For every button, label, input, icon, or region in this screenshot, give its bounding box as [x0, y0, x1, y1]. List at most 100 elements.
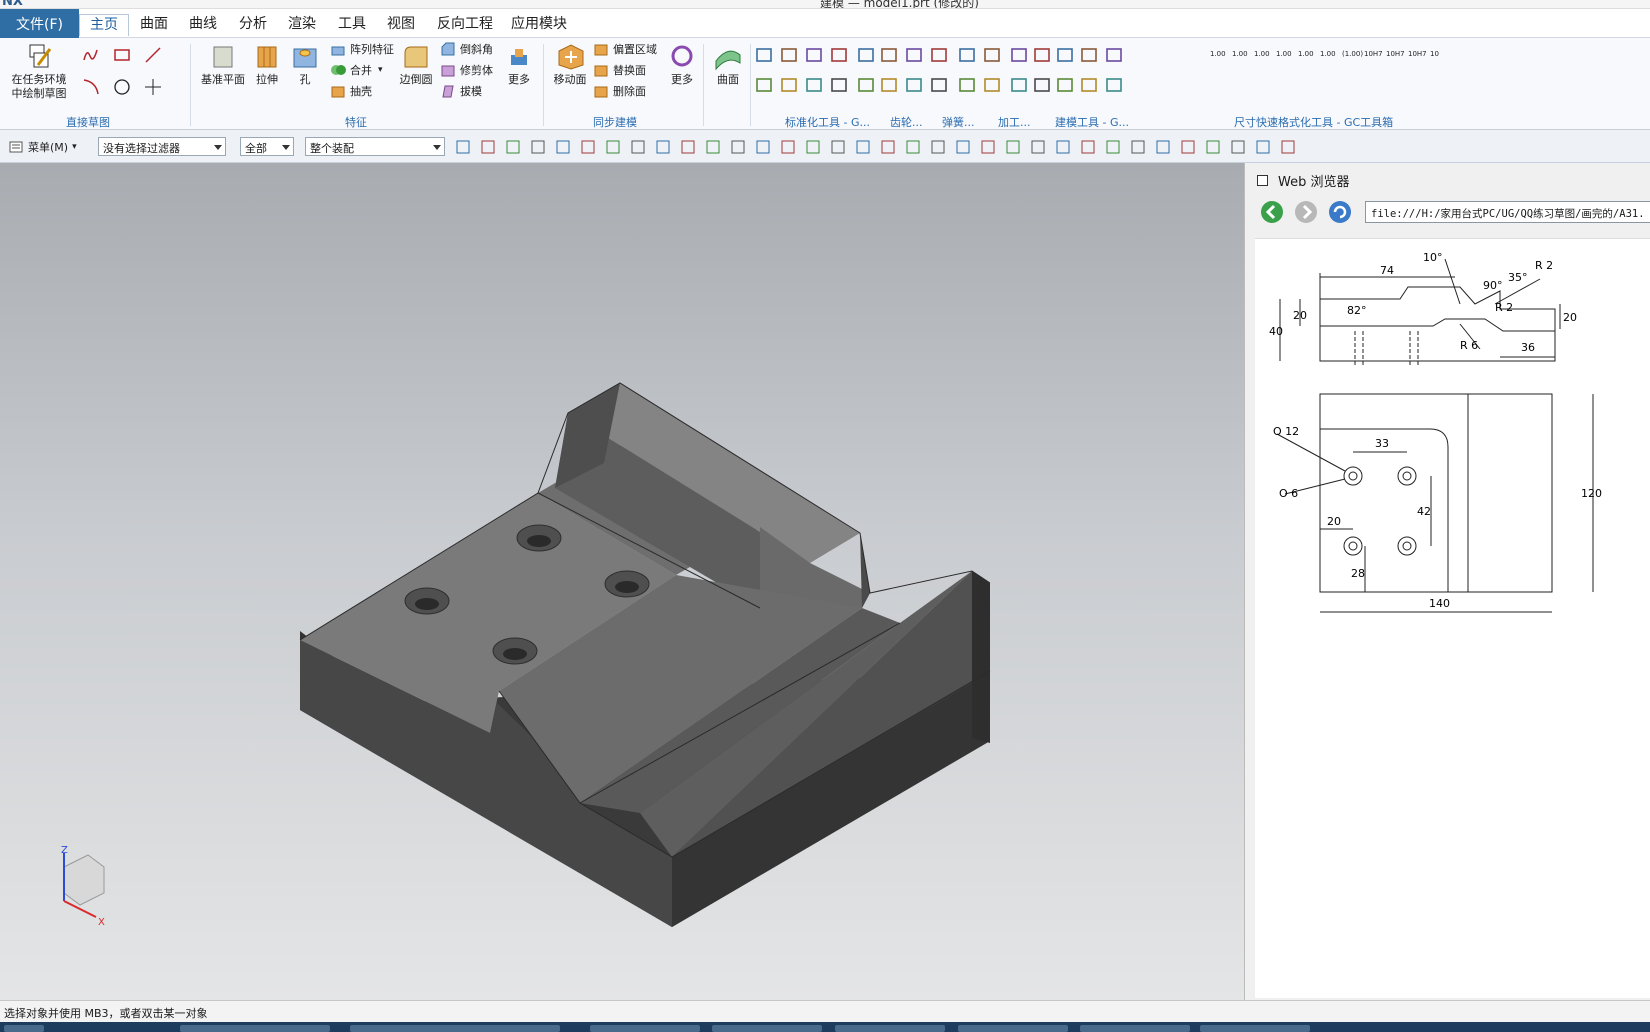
shell-button[interactable]: 抽壳 [330, 83, 372, 99]
snap-tool-icon[interactable] [1005, 139, 1021, 155]
tab-render[interactable]: 渲染 [288, 14, 316, 36]
snap-tool-icon[interactable] [480, 139, 496, 155]
snap-tool-icon[interactable] [780, 139, 796, 155]
tool-icon[interactable] [958, 46, 976, 64]
forward-icon[interactable] [1293, 199, 1319, 225]
taskbar-item[interactable] [958, 1025, 1068, 1032]
dim-format-button[interactable]: 1.00 [1320, 50, 1336, 58]
snap-tool-icon[interactable] [680, 139, 696, 155]
dim-format-button[interactable]: 1.00 [1254, 50, 1270, 58]
tool-icon[interactable] [1105, 76, 1123, 94]
snap-tool-icon[interactable] [980, 139, 996, 155]
type-filter-select[interactable]: 没有选择过滤器 [98, 137, 226, 156]
tool-icon[interactable] [930, 46, 948, 64]
tool-icon[interactable] [1080, 46, 1098, 64]
panel-checkbox[interactable] [1257, 175, 1268, 186]
snap-tool-icon[interactable] [1155, 139, 1171, 155]
hole-feature[interactable] [516, 524, 562, 552]
dim-format-button[interactable]: (1.00) [1342, 50, 1363, 58]
part-model[interactable]: Z X [0, 163, 1244, 1000]
tool-icon[interactable] [780, 76, 798, 94]
tool-icon[interactable] [857, 76, 875, 94]
tool-icon[interactable] [805, 46, 823, 64]
tool-icon[interactable] [983, 76, 1001, 94]
hole-feature[interactable] [404, 587, 450, 615]
graphics-window[interactable]: Z X [0, 163, 1244, 1000]
tab-curve[interactable]: 曲线 [189, 14, 217, 36]
delete-face-button[interactable]: 删除面 [593, 83, 646, 99]
snap-tool-icon[interactable] [530, 139, 546, 155]
snap-tool-icon[interactable] [955, 139, 971, 155]
hole-feature[interactable] [604, 570, 650, 598]
tool-icon[interactable] [983, 46, 1001, 64]
tool-icon[interactable] [1033, 76, 1051, 94]
snap-tool-icon[interactable] [580, 139, 596, 155]
tool-icon[interactable] [857, 46, 875, 64]
circle-icon[interactable] [113, 78, 131, 96]
tool-icon[interactable] [780, 46, 798, 64]
pattern-feature-button[interactable]: 阵列特征 [330, 41, 394, 57]
dim-format-button[interactable]: 1.00 [1298, 50, 1314, 58]
refresh-icon[interactable] [1327, 199, 1353, 225]
tool-icon[interactable] [1010, 46, 1028, 64]
snap-tool-icon[interactable] [1280, 139, 1296, 155]
scope-select[interactable]: 全部 [240, 137, 294, 156]
taskbar-item[interactable] [350, 1025, 560, 1032]
snap-tool-icon[interactable] [455, 139, 471, 155]
tab-home[interactable]: 主页 [79, 14, 129, 36]
tab-surface[interactable]: 曲面 [140, 14, 168, 36]
tab-tools[interactable]: 工具 [338, 14, 366, 36]
tool-icon[interactable] [1056, 76, 1074, 94]
offset-region-button[interactable]: 偏置区域 [593, 41, 657, 57]
move-face-button[interactable]: 移动面 [550, 41, 590, 87]
tab-view[interactable]: 视图 [387, 14, 415, 36]
unite-button[interactable]: 合并 ▾ [330, 62, 383, 78]
extrude-button[interactable]: 拉伸 [250, 41, 284, 87]
tool-icon[interactable] [880, 46, 898, 64]
snap-tool-icon[interactable] [605, 139, 621, 155]
chamfer-button[interactable]: 倒斜角 [440, 41, 493, 57]
tab-applications[interactable]: 应用模块 [511, 14, 567, 36]
snap-tool-icon[interactable] [655, 139, 671, 155]
snap-tool-icon[interactable] [1055, 139, 1071, 155]
taskbar-item[interactable] [835, 1025, 945, 1032]
snap-tool-icon[interactable] [1205, 139, 1221, 155]
snap-tool-icon[interactable] [1180, 139, 1196, 155]
tool-icon[interactable] [755, 46, 773, 64]
snap-tool-icon[interactable] [555, 139, 571, 155]
taskbar-item[interactable] [1200, 1025, 1310, 1032]
snap-tool-icon[interactable] [1105, 139, 1121, 155]
sync-more-button[interactable]: 更多 [665, 41, 699, 87]
snap-tool-icon[interactable] [1030, 139, 1046, 155]
trim-body-button[interactable]: 修剪体 [440, 62, 493, 78]
tool-icon[interactable] [805, 76, 823, 94]
taskbar-item[interactable] [180, 1025, 330, 1032]
tool-icon[interactable] [958, 76, 976, 94]
replace-face-button[interactable]: 替换面 [593, 62, 646, 78]
snap-tool-icon[interactable] [630, 139, 646, 155]
snap-tool-icon[interactable] [905, 139, 921, 155]
snap-tool-icon[interactable] [705, 139, 721, 155]
back-icon[interactable] [1259, 199, 1285, 225]
snap-tool-icon[interactable] [1255, 139, 1271, 155]
tool-icon[interactable] [905, 76, 923, 94]
tool-icon[interactable] [830, 46, 848, 64]
snap-tool-icon[interactable] [505, 139, 521, 155]
snap-tool-icon[interactable] [880, 139, 896, 155]
assembly-scope-select[interactable]: 整个装配 [305, 137, 445, 156]
datum-plane-button[interactable]: 基准平面 [200, 41, 246, 87]
hole-feature[interactable] [492, 637, 538, 665]
snap-tool-icon[interactable] [730, 139, 746, 155]
draft-button[interactable]: 拔模 [440, 83, 482, 99]
arc-icon[interactable] [82, 78, 100, 96]
dim-format-button[interactable]: 10H7 [1364, 50, 1383, 58]
sketch-in-task-button[interactable]: 在任务环境中绘制草图 [8, 41, 70, 101]
dim-format-button[interactable]: 10H7 [1386, 50, 1405, 58]
profile-icon[interactable] [82, 46, 100, 64]
dim-format-button[interactable]: 10 [1430, 50, 1439, 58]
snap-tool-icon[interactable] [1230, 139, 1246, 155]
point-icon[interactable] [144, 78, 162, 96]
tool-icon[interactable] [1080, 76, 1098, 94]
taskbar-item[interactable] [4, 1025, 44, 1032]
tool-icon[interactable] [1033, 46, 1051, 64]
